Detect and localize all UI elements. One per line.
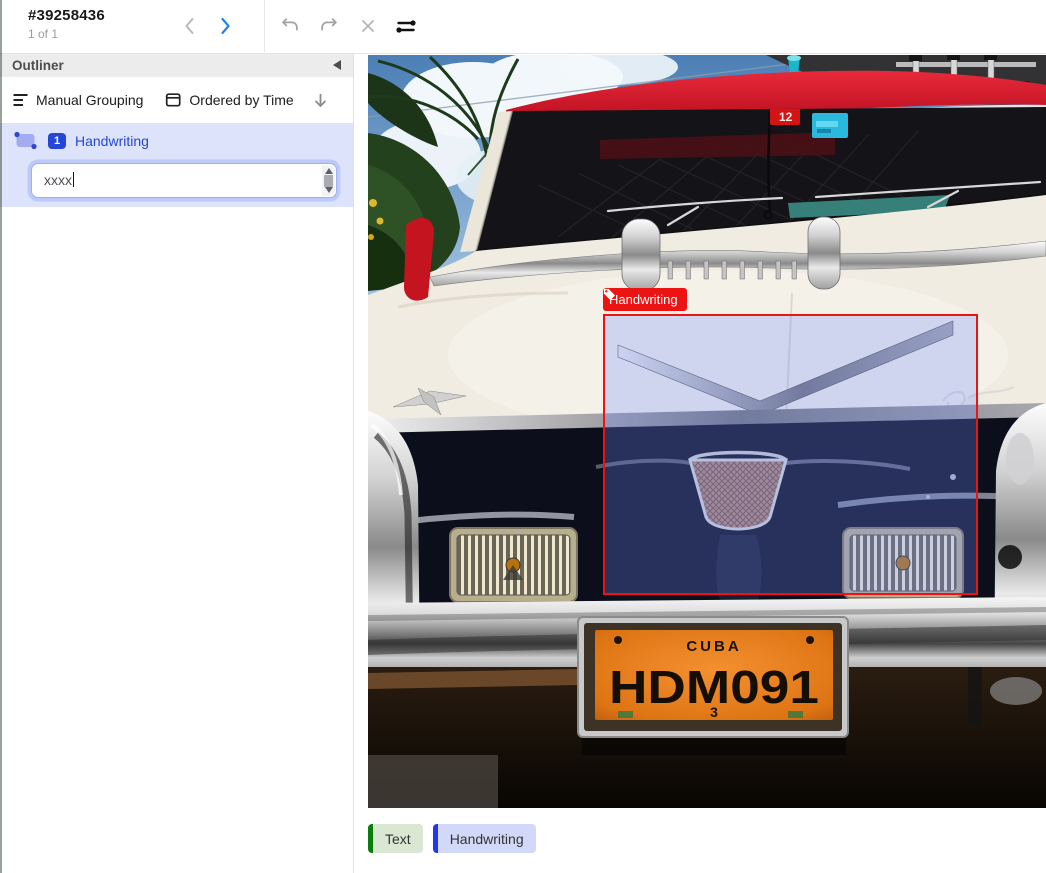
region-index-badge[interactable]: 1 (48, 133, 66, 149)
ordering-selector[interactable]: Ordered by Time (165, 92, 293, 108)
region-tag[interactable]: Handwriting (603, 288, 687, 311)
undo-icon (279, 15, 301, 37)
collapse-panel-icon[interactable] (333, 60, 341, 70)
license-plate-serial: 3 (710, 704, 718, 720)
delete-annotation-button[interactable] (351, 8, 385, 44)
region-text-value: xxxx (44, 172, 72, 188)
sort-direction-button[interactable] (312, 92, 329, 109)
outliner-title: Outliner (12, 58, 333, 73)
next-chevron-icon (213, 14, 237, 38)
toolbar-divider (264, 0, 265, 52)
region-tag-label: Handwriting (609, 292, 678, 307)
task-info: #39258436 1 of 1 (28, 7, 105, 41)
labels-toolbar: Text Handwriting (368, 824, 536, 853)
grouping-lines-icon (12, 92, 29, 108)
region-bbox-icon (13, 131, 39, 151)
region-text-input[interactable]: xxxx (31, 163, 337, 198)
outliner-header: Outliner (0, 53, 353, 77)
windshield-sticker-number: 12 (779, 110, 793, 124)
label-chip-handwriting-label: Handwriting (450, 831, 524, 847)
label-chip-handwriting[interactable]: Handwriting (433, 824, 536, 853)
grouping-label: Manual Grouping (36, 92, 143, 108)
image-canvas[interactable]: 12 (368, 55, 1046, 808)
ordered-by-time-icon (165, 92, 182, 108)
prev-chevron-icon (179, 14, 203, 38)
ordering-label: Ordered by Time (189, 92, 293, 108)
task-id: #39258436 (28, 7, 105, 24)
tag-icon (603, 288, 616, 301)
annotation-app: #39258436 1 of 1 (0, 0, 1046, 873)
license-plate: CUBA HDM091 3 (578, 617, 848, 737)
outliner-panel: Outliner Manual Grouping Ordered by Time (0, 53, 354, 873)
undo-button[interactable] (273, 8, 307, 44)
scrollbar-thumb[interactable] (324, 175, 333, 187)
outliner-controls: Manual Grouping Ordered by Time (0, 77, 353, 123)
label-chip-text[interactable]: Text (368, 824, 423, 853)
redo-icon (318, 15, 340, 37)
redo-button[interactable] (312, 8, 346, 44)
scroll-up-icon[interactable] (325, 168, 333, 174)
input-scrollbar[interactable] (322, 165, 335, 196)
fog-lamp-left (450, 528, 577, 602)
grouping-selector[interactable]: Manual Grouping (12, 92, 143, 108)
text-caret (73, 172, 74, 187)
delete-cross-icon (357, 15, 379, 37)
region-label[interactable]: Handwriting (75, 133, 149, 149)
next-task-button[interactable] (208, 8, 242, 44)
bounding-box[interactable] (603, 314, 978, 595)
task-pagination: 1 of 1 (28, 27, 105, 41)
license-plate-country: CUBA (686, 638, 741, 655)
arrow-down-icon (312, 92, 329, 109)
region-list-item-selected: 1 Handwriting xxxx (0, 123, 353, 207)
swap-order-button[interactable] (389, 8, 423, 44)
region-row[interactable]: 1 Handwriting (0, 123, 353, 159)
swap-order-icon (394, 14, 418, 38)
top-toolbar: #39258436 1 of 1 (0, 0, 1046, 54)
scroll-down-icon[interactable] (325, 187, 333, 193)
window-edge (0, 0, 2, 873)
label-chip-text-label: Text (385, 831, 411, 847)
prev-task-button[interactable] (174, 8, 208, 44)
